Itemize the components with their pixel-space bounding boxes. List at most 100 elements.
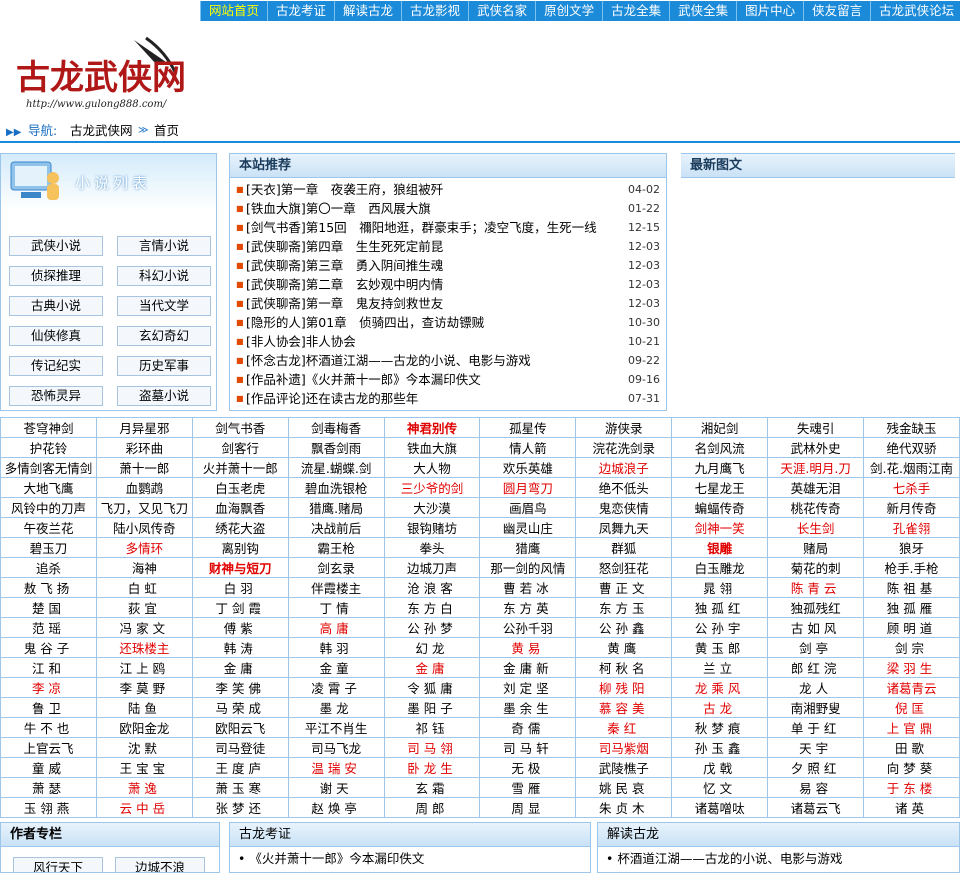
- nav-link[interactable]: 古龙全集: [602, 1, 669, 21]
- author-link[interactable]: 萧瑟: [0, 777, 97, 798]
- author-link[interactable]: 沈默: [95, 737, 193, 758]
- author-link[interactable]: 独孤红: [671, 597, 769, 618]
- author-link[interactable]: 公孙鑫: [575, 617, 673, 638]
- novel-category-link[interactable]: 侦探推理: [9, 266, 103, 286]
- breadcrumb-site-link[interactable]: 古龙武侠网: [70, 121, 133, 141]
- author-link[interactable]: 奇儒: [479, 717, 577, 738]
- work-link[interactable]: 残金缺玉: [863, 417, 960, 438]
- author-link[interactable]: 萧玉寒: [191, 777, 289, 798]
- author-link[interactable]: 公孙宇: [671, 617, 769, 638]
- article-title[interactable]: [铁血大旗]第〇一章 西风展大旗: [246, 199, 620, 218]
- author-link[interactable]: 单于红: [767, 717, 865, 738]
- author-link[interactable]: 陈祖基: [863, 577, 960, 598]
- work-link[interactable]: 英雄无泪: [767, 477, 865, 498]
- article-title[interactable]: [作品补遗]《火并萧十一郎》今本漏印佚文: [246, 370, 620, 389]
- nav-link[interactable]: 古龙考证: [267, 1, 334, 21]
- author-link[interactable]: 玄霜: [383, 777, 481, 798]
- author-link[interactable]: 牛不也: [0, 717, 97, 738]
- author-link[interactable]: 王度庐: [191, 757, 289, 778]
- author-link[interactable]: 诸葛青云: [863, 677, 960, 698]
- author-link[interactable]: 忆文: [671, 777, 769, 798]
- author-link[interactable]: 凌霄子: [287, 677, 385, 698]
- work-link[interactable]: 飘香剑雨: [287, 437, 385, 458]
- novel-category-link[interactable]: 仙侠修真: [9, 326, 103, 346]
- author-link[interactable]: 孙玉鑫: [671, 737, 769, 758]
- work-link[interactable]: 大沙漠: [383, 497, 481, 518]
- work-link[interactable]: 武林外史: [767, 437, 865, 458]
- nav-link[interactable]: 解读古龙: [334, 1, 401, 21]
- author-link[interactable]: 公孙梦: [383, 617, 481, 638]
- work-link[interactable]: 浣花洗剑录: [575, 437, 673, 458]
- author-link[interactable]: 欧阳金龙: [95, 717, 193, 738]
- author-link[interactable]: 范瑶: [0, 617, 97, 638]
- author-link[interactable]: 丁剑霞: [191, 597, 289, 618]
- novel-category-link[interactable]: 传记纪实: [9, 356, 103, 376]
- nav-link[interactable]: 原创文学: [535, 1, 602, 21]
- site-logo[interactable]: 古龙武侠网 http://www.gulong888.com/: [16, 34, 196, 114]
- novel-category-link[interactable]: 古典小说: [9, 296, 103, 316]
- work-link[interactable]: 多情剑客无情剑: [0, 457, 97, 478]
- author-link[interactable]: 江和: [0, 657, 97, 678]
- author-link[interactable]: 姚民哀: [575, 777, 673, 798]
- author-link[interactable]: 曹若冰: [479, 577, 577, 598]
- work-link[interactable]: 边城刀声: [383, 557, 481, 578]
- author-link[interactable]: 黄易: [479, 637, 577, 658]
- work-link[interactable]: 风铃中的刀声: [0, 497, 97, 518]
- author-link[interactable]: 剑亭: [767, 637, 865, 658]
- author-link[interactable]: 顾明道: [863, 617, 960, 638]
- work-link[interactable]: 名剑风流: [671, 437, 769, 458]
- nav-link[interactable]: 古龙武侠论坛: [870, 1, 960, 21]
- novel-category-link[interactable]: 历史军事: [117, 356, 211, 376]
- work-link[interactable]: 孤星传: [479, 417, 577, 438]
- work-link[interactable]: 碧血洗银枪: [287, 477, 385, 498]
- article-title[interactable]: [武侠聊斋]第二章 玄妙观中明内情: [246, 275, 620, 294]
- author-link[interactable]: 萧逸: [95, 777, 193, 798]
- work-link[interactable]: 绝不低头: [575, 477, 673, 498]
- author-link[interactable]: 司马紫烟: [575, 737, 673, 758]
- author-link[interactable]: 司马翎: [383, 737, 481, 758]
- work-link[interactable]: 铁血大旗: [383, 437, 481, 458]
- author-link[interactable]: 傅紫: [191, 617, 289, 638]
- work-link[interactable]: 银雕: [671, 537, 769, 558]
- author-link[interactable]: 云中岳: [95, 797, 193, 818]
- author-link[interactable]: 陈青云: [767, 577, 865, 598]
- list-item[interactable]: ■ [非人协会]非人协会 10-21: [236, 332, 660, 351]
- work-link[interactable]: 游侠录: [575, 417, 673, 438]
- author-link[interactable]: 玉翎燕: [0, 797, 97, 818]
- author-link[interactable]: 司马飞龙: [287, 737, 385, 758]
- work-link[interactable]: 大地飞鹰: [0, 477, 97, 498]
- author-link[interactable]: 龙人: [767, 677, 865, 698]
- author-link[interactable]: 诸葛云飞: [767, 797, 865, 818]
- author-link[interactable]: 公孙千羽: [479, 617, 577, 638]
- author-link[interactable]: 白羽: [191, 577, 289, 598]
- author-link[interactable]: 梁羽生: [863, 657, 960, 678]
- work-link[interactable]: 财神与短刀: [191, 557, 289, 578]
- author-link[interactable]: 金童: [287, 657, 385, 678]
- work-link[interactable]: 枪手.手枪: [863, 557, 960, 578]
- work-link[interactable]: 剑气书香: [191, 417, 289, 438]
- author-link[interactable]: 幻龙: [383, 637, 481, 658]
- author-link[interactable]: 黄鹰: [575, 637, 673, 658]
- author-link[interactable]: 诸葛噌呔: [671, 797, 769, 818]
- author-link[interactable]: 司马轩: [479, 737, 577, 758]
- work-link[interactable]: 追杀: [0, 557, 97, 578]
- author-link[interactable]: 谢天: [287, 777, 385, 798]
- author-link[interactable]: 周显: [479, 797, 577, 818]
- work-link[interactable]: 长生剑: [767, 517, 865, 538]
- nav-link[interactable]: 图片中心: [736, 1, 803, 21]
- author-link[interactable]: 李笑佛: [191, 677, 289, 698]
- list-item[interactable]: ■ [武侠聊斋]第四章 生生死死定前昆 12-03: [236, 237, 660, 256]
- list-item[interactable]: ■ [作品补遗]《火并萧十一郎》今本漏印佚文 09-16: [236, 370, 660, 389]
- author-link[interactable]: 司马登徒: [191, 737, 289, 758]
- work-link[interactable]: 霸王枪: [287, 537, 385, 558]
- author-link[interactable]: 金庸新: [479, 657, 577, 678]
- work-link[interactable]: 绣花大盗: [191, 517, 289, 538]
- author-link[interactable]: 无极: [479, 757, 577, 778]
- author-tag-button[interactable]: 风行天下: [13, 857, 103, 872]
- author-link[interactable]: 秦红: [575, 717, 673, 738]
- article-title[interactable]: [武侠聊斋]第三章 勇入阴间推生魂: [246, 256, 620, 275]
- author-link[interactable]: 易容: [767, 777, 865, 798]
- author-link[interactable]: 诸英: [863, 797, 960, 818]
- author-link[interactable]: 慕容美: [575, 697, 673, 718]
- novel-category-link[interactable]: 恐怖灵异: [9, 386, 103, 406]
